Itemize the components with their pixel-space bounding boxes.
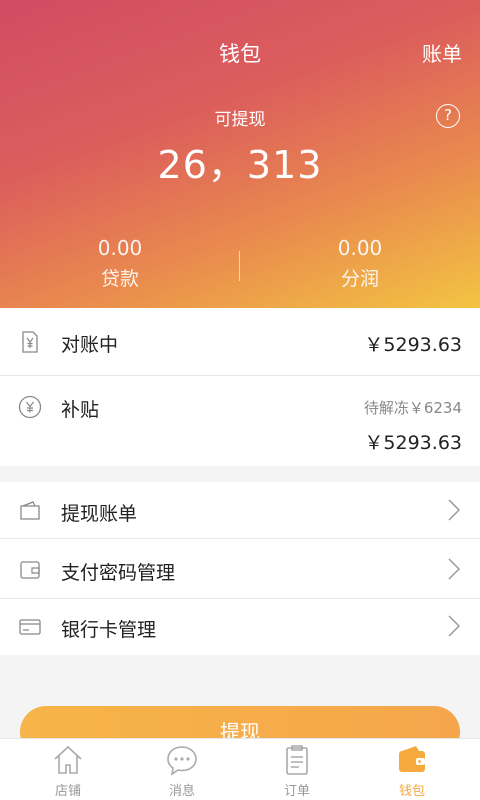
available-amount: 26，313	[157, 143, 323, 187]
frozen-amount: 待解冻￥6234	[363, 399, 462, 417]
menu-item-withdraw-bill[interactable]: 提现账单	[0, 482, 480, 538]
bank-card-icon	[19, 619, 41, 635]
profit-share-value: 0.00	[337, 236, 383, 260]
profit-share-label: 分润	[340, 268, 379, 290]
available-label: 可提现	[214, 110, 266, 130]
receipt-yen-icon	[22, 331, 38, 353]
chevron-right-icon	[448, 499, 460, 521]
wallet-header: 钱包 账单 可提现 ? 26，313 0.00 贷款 0.00 分润	[0, 0, 480, 308]
subsidy-row[interactable]: 补贴 ￥5293.63	[0, 376, 480, 466]
tab-orders[interactable]: 订单	[237, 739, 357, 800]
wallet-icon	[20, 501, 40, 520]
reconciling-row[interactable]: 对账中 ￥5293.63	[0, 308, 480, 375]
menu-item-bank-card[interactable]: 银行卡管理	[0, 599, 480, 655]
tab-wallet[interactable]: 钱包	[352, 739, 472, 800]
reconciling-amount: ￥5293.63	[364, 334, 462, 356]
message-icon	[167, 746, 197, 776]
chevron-right-icon	[448, 558, 460, 580]
loan-value: 0.00	[97, 236, 143, 260]
loan-stat[interactable]: 0.00 贷款	[0, 236, 240, 291]
menu-label: 提现账单	[61, 503, 138, 525]
wallet-card-icon	[20, 561, 40, 579]
loan-label: 贷款	[100, 268, 139, 290]
wallet-icon	[399, 746, 425, 772]
menu-item-payment-password[interactable]: 支付密码管理	[0, 539, 480, 598]
tab-label: 钱包	[398, 784, 425, 799]
tab-label: 订单	[283, 784, 310, 799]
bottom-tab-bar: 店铺 消息 订单 钱包	[0, 738, 480, 800]
chevron-right-icon	[448, 615, 460, 637]
bill-link[interactable]: 账单	[422, 38, 462, 67]
tab-label: 消息	[168, 784, 195, 799]
order-icon	[286, 745, 308, 775]
store-icon	[54, 745, 82, 774]
subsidy-label: 补贴	[61, 399, 100, 421]
tab-store[interactable]: 店铺	[8, 739, 128, 800]
menu-label: 银行卡管理	[61, 619, 157, 641]
tab-messages[interactable]: 消息	[122, 739, 242, 800]
help-icon[interactable]: ?	[436, 104, 460, 128]
tab-label: 店铺	[54, 784, 81, 799]
page-title: 钱包	[219, 42, 261, 66]
reconciling-label: 对账中	[61, 334, 119, 356]
yen-circle-icon	[18, 395, 42, 419]
profit-share-stat[interactable]: 0.00 分润	[240, 236, 480, 291]
menu-label: 支付密码管理	[61, 562, 176, 584]
subsidy-amount: ￥5293.63	[364, 432, 462, 454]
